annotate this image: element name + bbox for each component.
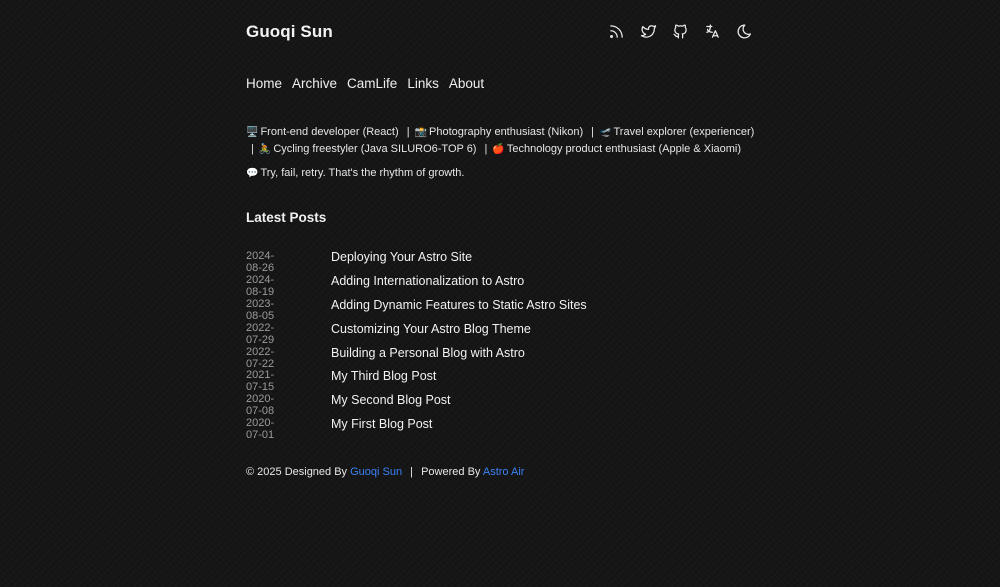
twitter-icon[interactable] bbox=[639, 22, 658, 41]
site-title[interactable]: Guoqi Sun bbox=[246, 22, 333, 42]
post-link[interactable]: Building a Personal Blog with Astro bbox=[331, 346, 525, 360]
post-date: 2022-07-22 bbox=[246, 345, 275, 370]
intro-item: Travel explorer (experiencer) bbox=[613, 126, 755, 138]
site-footer: © 2025 Designed By Guoqi Sun | Powered B… bbox=[246, 466, 524, 478]
copyright-text: © 2025 Designed By bbox=[246, 466, 348, 478]
separator: | bbox=[591, 126, 595, 138]
cyclist-icon: 🚴 bbox=[258, 144, 272, 155]
post-link[interactable]: My Second Blog Post bbox=[331, 393, 451, 407]
speech-bubble-icon: 💬 bbox=[246, 168, 259, 179]
page: Guoqi Sun Home Archive CamLife Links Abo… bbox=[0, 0, 1000, 587]
intro-text: 🖥️ Front-end developer (React) | 📸 Photogra… bbox=[246, 124, 758, 158]
apple-icon: 🍎 bbox=[492, 144, 505, 155]
moon-icon[interactable] bbox=[735, 22, 754, 41]
post-link[interactable]: Adding Dynamic Features to Static Astro … bbox=[331, 298, 587, 312]
post-date: 2020-07-01 bbox=[246, 417, 275, 442]
post-date: 2024-08-19 bbox=[246, 273, 275, 298]
rss-icon[interactable] bbox=[607, 22, 626, 41]
translate-icon[interactable] bbox=[703, 22, 722, 41]
post-link[interactable]: My First Blog Post bbox=[331, 417, 432, 431]
main-nav: Home Archive CamLife Links About bbox=[246, 76, 484, 91]
intro-item: Photography enthusiast (Nikon) bbox=[429, 126, 584, 138]
camera-icon: 📸 bbox=[414, 127, 428, 138]
nav-camlife[interactable]: CamLife bbox=[347, 76, 397, 91]
site-header: Guoqi Sun bbox=[246, 0, 756, 64]
nav-about[interactable]: About bbox=[449, 76, 484, 91]
airplane-icon: 🛫 bbox=[599, 127, 612, 138]
computer-icon: 🖥️ bbox=[246, 127, 259, 138]
post-date: 2021-07-15 bbox=[246, 369, 275, 394]
latest-posts-title: Latest Posts bbox=[246, 210, 327, 225]
motto-text: Try, fail, retry. That's the rhythm of g… bbox=[260, 167, 465, 179]
content-container: Guoqi Sun Home Archive CamLife Links Abo… bbox=[246, 0, 756, 478]
author-link[interactable]: Guoqi Sun bbox=[350, 466, 402, 478]
separator: | bbox=[251, 143, 254, 155]
nav-links[interactable]: Links bbox=[407, 76, 439, 91]
post-date: 2024-08-26 bbox=[246, 250, 275, 274]
post-date: 2020-07-08 bbox=[246, 393, 275, 418]
post-link[interactable]: Adding Internationalization to Astro bbox=[331, 274, 524, 288]
post-link[interactable]: Customizing Your Astro Blog Theme bbox=[331, 322, 531, 336]
intro-item: Technology product enthusiast (Apple & X… bbox=[506, 143, 742, 155]
motto: 💬 Try, fail, retry. That's the rhythm of … bbox=[246, 167, 465, 179]
intro-item: Front-end developer (React) bbox=[260, 126, 399, 138]
intro-item: Cycling freestyler (Java SILURO6-TOP 6) bbox=[273, 143, 477, 155]
theme-link[interactable]: Astro Air bbox=[483, 466, 525, 478]
post-date: 2023-08-05 bbox=[246, 297, 275, 322]
separator: | bbox=[406, 126, 410, 138]
post-link[interactable]: Deploying Your Astro Site bbox=[331, 250, 472, 264]
nav-archive[interactable]: Archive bbox=[292, 76, 337, 91]
powered-by-text: Powered By bbox=[421, 466, 481, 478]
separator: | bbox=[484, 143, 488, 155]
post-link[interactable]: My Third Blog Post bbox=[331, 369, 436, 383]
github-icon[interactable] bbox=[671, 22, 690, 41]
nav-home[interactable]: Home bbox=[246, 76, 282, 91]
post-date: 2022-07-29 bbox=[246, 321, 275, 346]
footer-separator: | bbox=[410, 466, 414, 478]
header-icons bbox=[607, 22, 754, 41]
